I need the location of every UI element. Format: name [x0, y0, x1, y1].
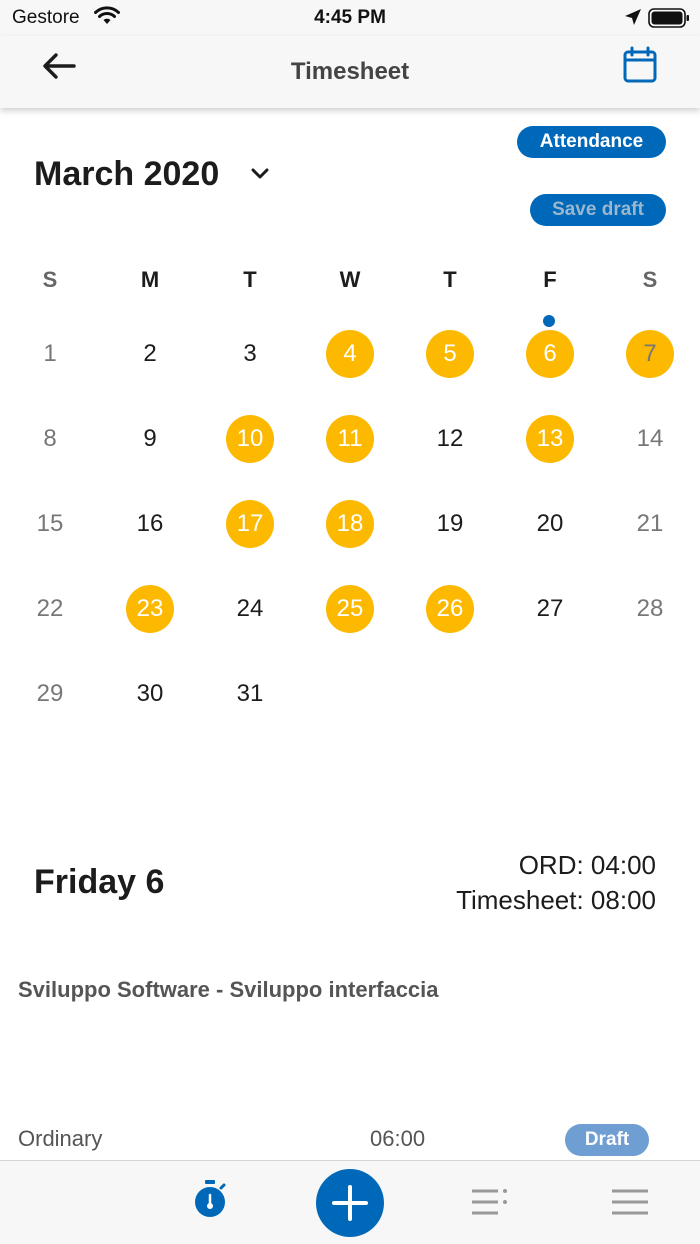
calendar-day[interactable]: 14: [626, 415, 674, 463]
add-entry-button[interactable]: [316, 1169, 384, 1237]
attendance-button[interactable]: Attendance: [517, 126, 666, 158]
calendar-icon[interactable]: [622, 46, 658, 84]
event-dot: [543, 315, 555, 327]
calendar-day[interactable]: 1: [26, 330, 74, 378]
activity-title: Sviluppo Software - Sviluppo interfaccia: [18, 977, 439, 1002]
timesheet-hours: Timesheet: 08:00: [456, 885, 656, 915]
status-badge: Draft: [565, 1124, 649, 1156]
weekday-label: S: [642, 267, 658, 292]
calendar-day[interactable]: 22: [26, 585, 74, 633]
calendar-day[interactable]: 28: [626, 585, 674, 633]
calendar-day[interactable]: 8: [26, 415, 74, 463]
calendar-day[interactable]: 24: [226, 585, 274, 633]
calendar-day[interactable]: 7: [626, 330, 674, 378]
calendar-day[interactable]: 21: [626, 500, 674, 548]
plus-icon: [332, 1185, 368, 1221]
calendar-day[interactable]: 29: [26, 670, 74, 718]
menu-icon[interactable]: [610, 1187, 650, 1217]
ord-hours: ORD: 04:00: [518, 850, 656, 880]
calendar-day[interactable]: 18: [326, 500, 374, 548]
calendar-day[interactable]: 31: [226, 670, 274, 718]
weekday-label: F: [543, 267, 557, 292]
save-draft-button[interactable]: Save draft: [530, 194, 666, 226]
calendar-day[interactable]: 9: [126, 415, 174, 463]
weekday-label: M: [140, 267, 160, 292]
calendar-day[interactable]: 2: [126, 330, 174, 378]
entry-hours: 06:00: [370, 1126, 426, 1151]
calendar-day[interactable]: 5: [426, 330, 474, 378]
chevron-down-icon[interactable]: [250, 166, 270, 182]
clock-time: 4:45 PM: [314, 7, 386, 28]
navigation-bar: Timesheet: [0, 36, 700, 108]
selected-day-title: Friday 6: [34, 863, 165, 901]
month-selector[interactable]: March 2020: [34, 155, 219, 194]
weekday-label: T: [243, 267, 257, 292]
calendar-day[interactable]: 6: [526, 330, 574, 378]
list-icon[interactable]: [470, 1187, 510, 1217]
calendar-day[interactable]: 13: [526, 415, 574, 463]
weekday-label: W: [339, 267, 361, 292]
entry-type-label: Ordinary: [18, 1126, 103, 1151]
calendar-day[interactable]: 27: [526, 585, 574, 633]
calendar-day[interactable]: 10: [226, 415, 274, 463]
calendar-day[interactable]: 11: [326, 415, 374, 463]
calendar-day[interactable]: 12: [426, 415, 474, 463]
battery-icon: [648, 8, 689, 28]
calendar-day[interactable]: 3: [226, 330, 274, 378]
weekday-header: SMTWTFS: [0, 255, 700, 305]
calendar-day[interactable]: 17: [226, 500, 274, 548]
calendar-day[interactable]: 4: [326, 330, 374, 378]
calendar-day[interactable]: 30: [126, 670, 174, 718]
calendar-day[interactable]: 20: [526, 500, 574, 548]
calendar-day[interactable]: 26: [426, 585, 474, 633]
weekday-label: T: [443, 267, 457, 292]
location-arrow-icon: [625, 9, 641, 25]
page-title: Timesheet: [290, 58, 410, 85]
calendar-day[interactable]: 15: [26, 500, 74, 548]
calendar-day[interactable]: 25: [326, 585, 374, 633]
calendar-day[interactable]: 16: [126, 500, 174, 548]
calendar-day[interactable]: 23: [126, 585, 174, 633]
tab-bar: [0, 1160, 700, 1244]
calendar-day[interactable]: 19: [426, 500, 474, 548]
status-bar: Gestore 4:45 PM: [0, 0, 700, 36]
stopwatch-icon[interactable]: [192, 1179, 228, 1219]
weekday-label: S: [42, 267, 58, 292]
